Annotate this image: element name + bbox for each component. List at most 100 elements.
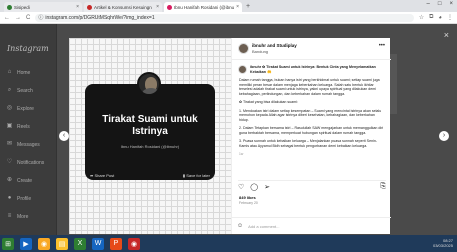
sidebar-item-more[interactable]: ≡ More (6, 213, 29, 220)
browser-tab-bar: Sisipedi × Artikel & Konsumsi Kesuingn × I… (0, 0, 457, 12)
site-info-icon[interactable]: ⓘ (38, 14, 43, 22)
more-options-icon[interactable]: ••• (379, 43, 385, 49)
caption-avatar[interactable] (238, 65, 247, 74)
close-tab-icon[interactable]: × (76, 4, 79, 10)
extensions-icon[interactable]: ⧉ (429, 14, 433, 21)
sidebar-item-create[interactable]: ⊕ Create (6, 177, 32, 184)
post-author[interactable]: ibnuhr and Studiplay (252, 43, 297, 48)
close-tab-icon[interactable]: × (156, 4, 159, 10)
caption-paragraph: ✿ Tirakat yang bisa dilakukan suami: (239, 100, 298, 104)
like-icon[interactable]: ♡ (238, 183, 244, 191)
author-photo (137, 72, 161, 96)
star-icon[interactable]: ☆ (419, 14, 424, 21)
post-location[interactable]: Bandung (252, 49, 268, 54)
instagram-logo[interactable]: Instagram (7, 44, 49, 53)
profile-icon[interactable]: ◕ (438, 15, 442, 21)
caption-paragraph: 3. Puasa sunnah untuk kebaikan keluarga … (239, 139, 378, 148)
browser-tab[interactable]: Artikel & Konsumsi Kesuingn × (84, 2, 162, 12)
like-count[interactable]: 849 likes (239, 195, 256, 200)
start-icon[interactable]: ⊞ (2, 237, 14, 250)
tab-label: Sisipedi (14, 4, 30, 10)
instagram-page: Instagram ⌂ Home ⌕ Search ◎ Explore ▣ Reels ✉ Mes… (0, 24, 457, 235)
author-avatar[interactable] (238, 43, 249, 54)
sidebar-item-messages[interactable]: ✉ Messages (6, 141, 40, 148)
explorer-icon[interactable]: ▤ (56, 237, 68, 250)
sidebar-item-label: More (17, 213, 29, 220)
sidebar: Instagram ⌂ Home ⌕ Search ◎ Explore ▣ Reels ✉ Mes… (0, 24, 57, 235)
save-icon[interactable]: ⎘ (380, 183, 386, 190)
browser-tab[interactable]: Sisipedi × (4, 2, 82, 12)
card-title: Tirakat Suami untuk Istrinya (102, 114, 198, 137)
tab-label: Ibnu Hanifah Rosidani (@ibnu (174, 4, 235, 10)
excel-icon[interactable]: X (74, 237, 86, 250)
close-modal-button[interactable]: × (444, 30, 449, 40)
close-tab-icon[interactable]: × (236, 4, 239, 10)
browser-menu-icon[interactable]: ⋮ (447, 14, 453, 21)
share-icon[interactable]: ➢ (264, 183, 270, 191)
reload-button[interactable]: C (26, 15, 30, 21)
url-text: instagram.com/p/DGRUtMSqhrWe/?img_index=… (45, 14, 155, 21)
quote-card: Tirakat Suami untuk Istrinya Ibnu Hanifa… (85, 72, 215, 180)
sidebar-item-home[interactable]: ⌂ Home (6, 69, 31, 76)
minimize-button[interactable]: – (427, 1, 430, 7)
window-controls: – □ × (427, 1, 453, 7)
clock-date[interactable]: 03/03/2025 (433, 243, 453, 248)
forward-button[interactable]: → (15, 15, 21, 21)
sidebar-item-label: Create (17, 177, 33, 184)
powerpoint-icon[interactable]: P (110, 237, 122, 250)
maximize-button[interactable]: □ (438, 1, 442, 7)
word-icon[interactable]: W (92, 237, 104, 250)
next-post-button[interactable]: › (439, 131, 449, 141)
caption-paragraph: 2. Dalam Tetapkan bersama istri – Rasulu… (239, 126, 384, 135)
home-icon: ⌂ (7, 69, 12, 75)
new-tab-button[interactable]: + (246, 2, 250, 12)
comment-icon[interactable]: ◯ (250, 183, 258, 191)
previous-post-button[interactable]: ‹ (59, 131, 69, 141)
heart-icon: ♡ (6, 159, 13, 165)
media-player-icon[interactable]: ▶ (20, 237, 32, 250)
sidebar-item-label: Explore (17, 105, 34, 112)
post-image[interactable]: Tirakat Suami untuk Istrinya Ibnu Hanifa… (69, 38, 231, 234)
save-for-later-label: ▮ Save for later (182, 172, 210, 178)
comment-bar: ☺ Add a comment... (232, 217, 391, 234)
messenger-icon: ✉ (6, 141, 13, 147)
tab-favicon-icon (87, 4, 92, 10)
sidebar-item-label: Reels (17, 123, 30, 130)
sidebar-item-reels[interactable]: ▣ Reels (6, 123, 30, 130)
taskbar: ⊞ ▶ ◉ ▤ X W P ◉ 08:27 03/03/2025 (0, 235, 457, 252)
caption-time: 1w (239, 152, 244, 156)
sidebar-item-notifications[interactable]: ♡ Notifications (6, 159, 44, 166)
post-caption: ibnuhr ✿ Tirakat Suami untuk Istrinya: B… (238, 65, 385, 161)
sidebar-item-explore[interactable]: ◎ Explore (6, 105, 34, 112)
close-window-button[interactable]: × (449, 1, 453, 7)
address-bar[interactable]: ⓘ instagram.com/p/DGRUtMSqhrWe/?img_index… (35, 13, 414, 22)
post-modal: Tirakat Suami untuk Istrinya Ibnu Hanifa… (69, 38, 391, 234)
tab-favicon-icon (167, 4, 172, 10)
card-footer: ➦ Share Post ▮ Save for later (85, 170, 215, 180)
system-tray: 08:27 03/03/2025 (433, 238, 453, 248)
avatar-icon: ● (7, 195, 12, 201)
share-post-label: ➦ Share Post (90, 172, 115, 178)
reels-icon: ▣ (6, 123, 13, 129)
chrome-window-icon[interactable]: ◉ (128, 237, 140, 250)
compass-icon: ◎ (6, 105, 13, 111)
browser-tab-active[interactable]: Ibnu Hanifah Rosidani (@ibnu × (164, 2, 242, 12)
tab-label: Artikel & Konsumsi Kesuingn (94, 4, 152, 10)
sidebar-item-label: Home (17, 69, 31, 76)
post-date: February 20 (239, 201, 258, 205)
plus-square-icon: ⊕ (6, 177, 13, 183)
tab-favicon-icon (7, 4, 12, 10)
post-details-panel: ibnuhr and Studiplay Bandung ••• ibnuhr … (231, 38, 391, 234)
card-subtitle: Ibnu Hanifah Rosidani (@ibnuhr) (120, 144, 180, 149)
sidebar-item-search[interactable]: ⌕ Search (6, 87, 33, 94)
menu-icon: ≡ (7, 213, 12, 219)
sidebar-item-label: Messages (17, 141, 40, 148)
back-button[interactable]: ← (4, 15, 10, 21)
sidebar-item-label: Notifications (17, 159, 45, 166)
emoji-icon[interactable]: ☺ (237, 223, 243, 229)
chrome-icon[interactable]: ◉ (38, 237, 50, 250)
caption-paragraph: 1. Mendoakan istri dalam setiap kesempat… (239, 108, 382, 122)
comment-input[interactable]: Add a comment... (248, 224, 279, 229)
sidebar-item-profile[interactable]: ● Profile (6, 195, 32, 202)
post-header: ibnuhr and Studiplay Bandung ••• (232, 38, 391, 60)
